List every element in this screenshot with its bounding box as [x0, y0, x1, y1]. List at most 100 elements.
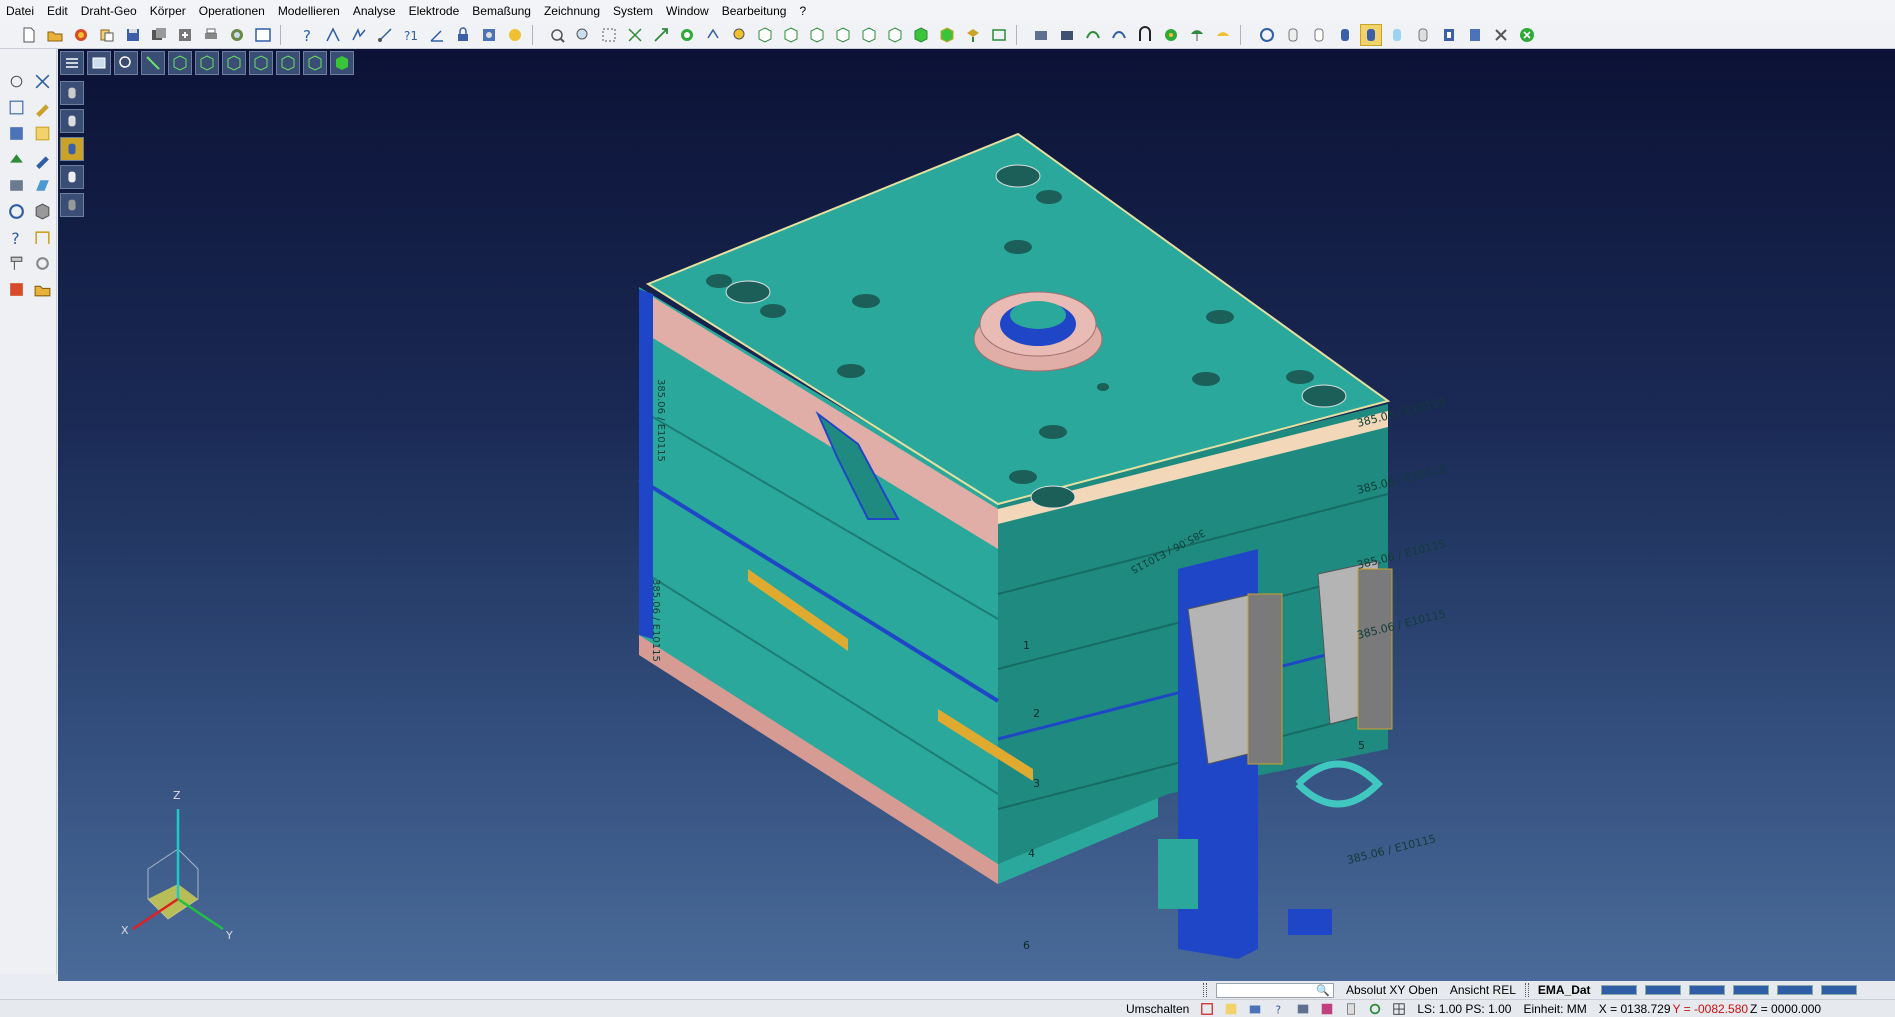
cube-view-7-icon[interactable]: [330, 51, 354, 75]
lock-icon[interactable]: [452, 24, 474, 46]
arrow-icon[interactable]: [650, 24, 672, 46]
sync-icon[interactable]: [1366, 1001, 1384, 1017]
cylinder1-icon[interactable]: [1282, 24, 1304, 46]
color-swatch-2[interactable]: [1644, 985, 1681, 995]
pen-icon[interactable]: [30, 147, 54, 171]
menu-zeichnung[interactable]: Zeichnung: [544, 4, 600, 18]
tool3-icon[interactable]: [1082, 24, 1104, 46]
modify-icon[interactable]: [4, 147, 28, 171]
zoom-window-icon[interactable]: [598, 24, 620, 46]
angle-icon[interactable]: [426, 24, 448, 46]
help-status-icon[interactable]: ?: [1270, 1001, 1288, 1017]
network-icon[interactable]: [1294, 1001, 1312, 1017]
document-icon[interactable]: [1342, 1001, 1360, 1017]
merge-icon[interactable]: [96, 24, 118, 46]
cylinder6-icon[interactable]: [1412, 24, 1434, 46]
umschalten-button[interactable]: Umschalten: [1120, 1002, 1195, 1016]
view-iso2-icon[interactable]: [780, 24, 802, 46]
menu-help[interactable]: ?: [799, 4, 806, 18]
menu-system[interactable]: System: [613, 4, 653, 18]
cube-view-1-icon[interactable]: [168, 51, 192, 75]
view-iso5-icon[interactable]: [858, 24, 880, 46]
save-as-icon[interactable]: [148, 24, 170, 46]
print-icon[interactable]: [200, 24, 222, 46]
save-icon[interactable]: [122, 24, 144, 46]
open-file-icon[interactable]: [44, 24, 66, 46]
measure-icon[interactable]: [348, 24, 370, 46]
cube-view-5-icon[interactable]: [276, 51, 300, 75]
file-status[interactable]: EMA_Dat: [1532, 983, 1597, 997]
3d-viewport[interactable]: 385.06 / E10115 385.06 / E10115 385.06 /…: [58, 49, 1895, 981]
question-icon[interactable]: ?: [4, 225, 28, 249]
cut-icon[interactable]: [30, 69, 54, 93]
render-mode-4-icon[interactable]: [60, 165, 84, 189]
cube-view-3-icon[interactable]: [222, 51, 246, 75]
edit-icon[interactable]: [30, 95, 54, 119]
wire-icon[interactable]: [4, 69, 28, 93]
menu-bearbeitung[interactable]: Bearbeitung: [722, 4, 787, 18]
tool1-icon[interactable]: [1030, 24, 1052, 46]
cube-view-4-icon[interactable]: [249, 51, 273, 75]
rotate-icon[interactable]: [676, 24, 698, 46]
menu-datei[interactable]: Datei: [6, 4, 34, 18]
export-icon[interactable]: [174, 24, 196, 46]
analyze-icon[interactable]: ?1: [400, 24, 422, 46]
assembly-icon[interactable]: [4, 121, 28, 145]
layer-status-icon[interactable]: [1246, 1001, 1264, 1017]
close-view-icon[interactable]: [1516, 24, 1538, 46]
tool2-icon[interactable]: [1056, 24, 1078, 46]
grid-icon[interactable]: [1390, 1001, 1408, 1017]
screen-icon[interactable]: [87, 51, 111, 75]
menu-analyse[interactable]: Analyse: [353, 4, 396, 18]
folder-icon[interactable]: [30, 277, 54, 301]
menu-list-icon[interactable]: [60, 51, 84, 75]
import-icon[interactable]: [70, 24, 92, 46]
menu-modellieren[interactable]: Modellieren: [278, 4, 340, 18]
distance-icon[interactable]: [374, 24, 396, 46]
fit-icon[interactable]: [624, 24, 646, 46]
frame-icon[interactable]: [4, 95, 28, 119]
view-iso6-icon[interactable]: [884, 24, 906, 46]
grid-snap-icon[interactable]: [1222, 1001, 1240, 1017]
cylinder5-icon[interactable]: [1386, 24, 1408, 46]
preview-icon[interactable]: [226, 24, 248, 46]
view-iso3-icon[interactable]: [806, 24, 828, 46]
cube-view-6-icon[interactable]: [303, 51, 327, 75]
dimension-icon[interactable]: [30, 225, 54, 249]
surface-icon[interactable]: [30, 173, 54, 197]
tools-icon[interactable]: [4, 277, 28, 301]
view-bottom-icon[interactable]: [962, 24, 984, 46]
tool6-icon[interactable]: [1160, 24, 1182, 46]
snap-icon[interactable]: [1198, 1001, 1216, 1017]
view-iso7-icon[interactable]: [910, 24, 932, 46]
menu-elektrode[interactable]: Elektrode: [409, 4, 460, 18]
light-icon[interactable]: [728, 24, 750, 46]
render-mode-2-icon[interactable]: [60, 109, 84, 133]
tool9-icon[interactable]: [1490, 24, 1512, 46]
pan-icon[interactable]: [546, 24, 568, 46]
cylinder8-icon[interactable]: [1464, 24, 1486, 46]
color-swatch-1[interactable]: [1600, 985, 1637, 995]
menu-window[interactable]: Window: [666, 4, 709, 18]
note-icon[interactable]: [30, 121, 54, 145]
menu-operationen[interactable]: Operationen: [199, 4, 265, 18]
color-swatch-3[interactable]: [1688, 985, 1725, 995]
cylinder3-icon[interactable]: [1334, 24, 1356, 46]
ansicht-status[interactable]: Ansicht REL: [1444, 983, 1522, 997]
tool4-icon[interactable]: [1108, 24, 1130, 46]
zoom-icon[interactable]: [572, 24, 594, 46]
refresh-icon[interactable]: [1256, 24, 1278, 46]
menu-koerper[interactable]: Körper: [150, 4, 186, 18]
zoom-view-icon[interactable]: [114, 51, 138, 75]
color-swatch-6[interactable]: [1820, 985, 1857, 995]
view-frame-icon[interactable]: [988, 24, 1010, 46]
clamp-icon[interactable]: [4, 251, 28, 275]
loop-icon[interactable]: [4, 199, 28, 223]
tool8-icon[interactable]: [1212, 24, 1234, 46]
render-mode-3-icon[interactable]: [60, 137, 84, 161]
view-iso8-icon[interactable]: [936, 24, 958, 46]
window-icon[interactable]: [252, 24, 274, 46]
view-iso1-icon[interactable]: [754, 24, 776, 46]
new-file-icon[interactable]: [18, 24, 40, 46]
layer-icon[interactable]: [478, 24, 500, 46]
